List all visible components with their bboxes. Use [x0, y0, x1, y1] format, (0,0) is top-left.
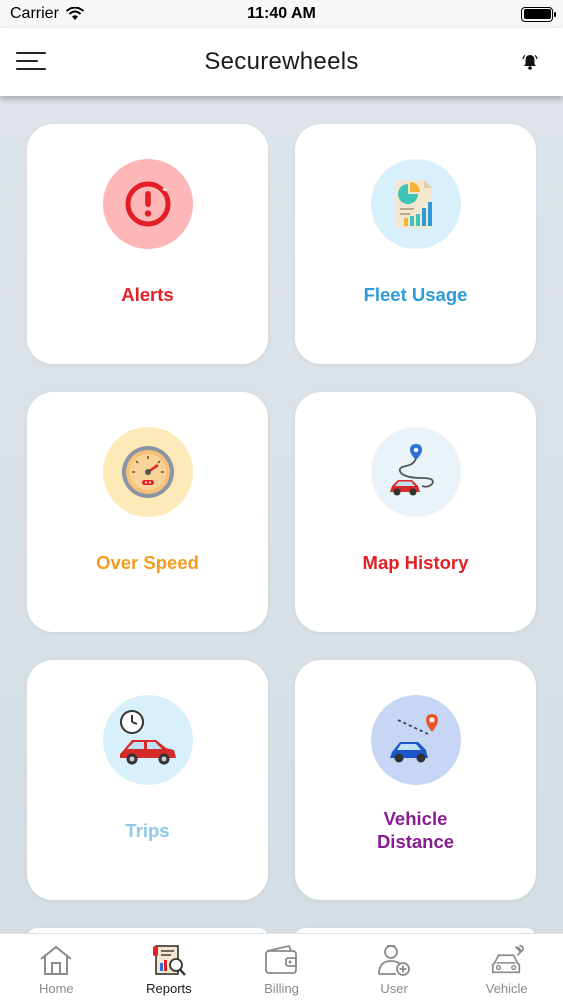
tab-home[interactable]: Home — [0, 934, 112, 1000]
map-history-label: Map History — [362, 552, 469, 573]
map-route-icon — [370, 427, 461, 517]
home-icon — [38, 942, 74, 978]
fleet-usage-card[interactable]: Fleet Usage — [295, 124, 536, 364]
alert-exclamation-icon — [102, 159, 193, 249]
reports-grid: Alerts Fleet Usage Over Speed Map Histor… — [27, 124, 537, 948]
fleet-usage-label: Fleet Usage — [363, 284, 468, 305]
carrier-signal: Carrier — [10, 5, 85, 23]
alerts-card[interactable]: Alerts — [27, 124, 268, 364]
car-wrench-icon — [489, 942, 525, 978]
carrier-label: Carrier — [10, 5, 59, 22]
status-bar: Carrier 11:40 AM — [0, 0, 563, 28]
tab-reports[interactable]: Reports — [113, 934, 225, 1000]
battery-icon — [521, 6, 556, 22]
tab-home-label: Home — [38, 981, 74, 996]
tab-billing[interactable]: Billing — [225, 934, 337, 1000]
vehicle-distance-icon — [370, 695, 461, 785]
over-speed-card[interactable]: Over Speed — [27, 392, 268, 632]
hamburger-menu-icon[interactable] — [16, 52, 48, 74]
bottom-tab-bar: Home Reports Billing User Vehicle — [0, 933, 563, 1000]
page-title: Securewheels — [204, 48, 359, 75]
vehicle-distance-line1: Vehicle — [383, 808, 448, 829]
notification-bell-icon[interactable] — [521, 53, 539, 71]
trips-card[interactable]: Trips — [27, 660, 268, 900]
tab-vehicle[interactable]: Vehicle — [451, 934, 563, 1000]
trip-clock-car-icon — [102, 695, 193, 785]
vehicle-distance-label: Vehicle Distance — [377, 807, 454, 853]
app-header: Securewheels — [0, 28, 563, 96]
tab-billing-label: Billing — [264, 981, 299, 996]
tab-reports-label: Reports — [146, 981, 192, 996]
over-speed-label: Over Speed — [96, 552, 199, 573]
tab-user-label: User — [380, 981, 408, 996]
tab-vehicle-label: Vehicle — [485, 981, 528, 996]
speedometer-icon — [102, 427, 193, 517]
user-add-icon — [376, 942, 412, 978]
wallet-icon — [263, 942, 299, 978]
vehicle-distance-line2: Distance — [376, 831, 455, 852]
wifi-icon — [65, 7, 85, 20]
reports-icon — [151, 942, 187, 978]
trips-label: Trips — [125, 820, 170, 841]
alerts-label: Alerts — [121, 284, 174, 305]
fleet-usage-chart-icon — [370, 159, 461, 249]
tab-user[interactable]: User — [338, 934, 450, 1000]
map-history-card[interactable]: Map History — [295, 392, 536, 632]
vehicle-distance-card[interactable]: Vehicle Distance — [295, 660, 536, 900]
